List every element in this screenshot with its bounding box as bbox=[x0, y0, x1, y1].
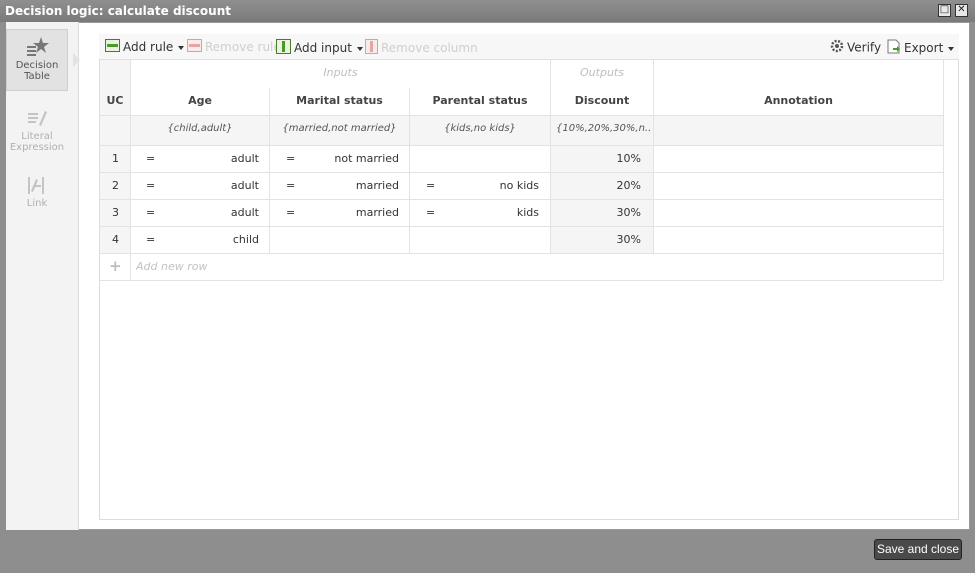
add-rule-button[interactable]: Add rule bbox=[105, 39, 185, 56]
age-operator[interactable]: = bbox=[146, 233, 155, 246]
marital-value[interactable]: married bbox=[312, 206, 399, 219]
sidebar-item-label: Decision bbox=[15, 60, 59, 71]
parental-operator[interactable]: = bbox=[426, 206, 435, 219]
discount-value[interactable]: 30% bbox=[555, 206, 641, 219]
add-input-icon bbox=[276, 39, 291, 58]
chevron-down-icon[interactable] bbox=[178, 45, 185, 50]
sidebar-item-label: Expression bbox=[9, 142, 65, 153]
add-rule-label: Add rule bbox=[123, 40, 174, 54]
age-operator[interactable]: = bbox=[146, 152, 155, 165]
link-icon bbox=[6, 174, 68, 198]
export-icon bbox=[887, 39, 901, 58]
save-and-close-button[interactable]: Save and close bbox=[874, 539, 962, 560]
close-icon[interactable]: ✕ bbox=[955, 4, 968, 17]
sidebar bbox=[6, 22, 79, 530]
header-discount[interactable]: Discount bbox=[551, 94, 653, 107]
remove-column-icon bbox=[365, 39, 378, 58]
age-value[interactable]: adult bbox=[172, 152, 259, 165]
marital-operator[interactable]: = bbox=[286, 179, 295, 192]
maximize-icon[interactable]: □ bbox=[938, 4, 951, 17]
remove-rule-button[interactable]: Remove rule bbox=[187, 39, 281, 55]
chevron-down-icon[interactable] bbox=[948, 46, 955, 51]
age-value[interactable]: child bbox=[172, 233, 259, 246]
sidebar-item-literal-expression[interactable]: Literal Expression bbox=[6, 101, 68, 163]
decision-table-icon bbox=[7, 36, 67, 60]
sidebar-item-label: Link bbox=[26, 198, 48, 209]
age-operator[interactable]: = bbox=[146, 179, 155, 192]
outputs-group-header: Outputs bbox=[580, 66, 624, 79]
allowed-values-parental[interactable]: {kids,no kids} bbox=[410, 123, 550, 134]
toolbar: Add rule Remove rule Add input Remove co… bbox=[99, 34, 959, 60]
sidebar-item-label: Table bbox=[24, 71, 50, 82]
discount-value[interactable]: 30% bbox=[555, 233, 641, 246]
add-new-row-button[interactable]: Add new row bbox=[136, 260, 207, 273]
rule-number: 1 bbox=[112, 152, 119, 165]
parental-value[interactable]: kids bbox=[452, 206, 539, 219]
remove-column-button[interactable]: Remove column bbox=[365, 39, 478, 55]
export-button[interactable]: Export bbox=[887, 39, 955, 58]
age-value[interactable]: adult bbox=[172, 179, 259, 192]
add-input-label: Add input bbox=[294, 41, 352, 55]
discount-value[interactable]: 20% bbox=[555, 179, 641, 192]
window-titlebar: Decision logic: calculate discount bbox=[0, 0, 975, 22]
sidebar-item-decision-table[interactable]: Decision Table bbox=[6, 29, 68, 91]
verify-label: Verify bbox=[847, 40, 882, 55]
marital-value[interactable]: married bbox=[312, 179, 399, 192]
allowed-values-marital[interactable]: {married,not married} bbox=[270, 123, 409, 134]
header-marital-status[interactable]: Marital status bbox=[270, 94, 409, 107]
remove-rule-label: Remove rule bbox=[205, 40, 281, 54]
marital-value[interactable]: not married bbox=[312, 152, 399, 165]
allowed-values-age[interactable]: {child,adult} bbox=[131, 123, 269, 134]
add-row-plus-icon[interactable]: + bbox=[109, 257, 122, 275]
rule-number: 4 bbox=[112, 233, 119, 246]
header-uc[interactable]: UC bbox=[100, 94, 130, 107]
literal-expression-icon bbox=[6, 107, 68, 131]
header-age[interactable]: Age bbox=[131, 94, 269, 107]
inputs-group-header: Inputs bbox=[323, 66, 358, 79]
active-item-pointer bbox=[73, 53, 80, 67]
marital-operator[interactable]: = bbox=[286, 206, 295, 219]
marital-operator[interactable]: = bbox=[286, 152, 295, 165]
add-input-button[interactable]: Add input bbox=[276, 39, 363, 55]
sidebar-item-link[interactable]: Link bbox=[6, 168, 68, 230]
gear-icon bbox=[830, 39, 844, 57]
parental-operator[interactable]: = bbox=[426, 179, 435, 192]
chevron-down-icon[interactable] bbox=[356, 46, 363, 51]
parental-value[interactable]: no kids bbox=[452, 179, 539, 192]
age-value[interactable]: adult bbox=[172, 206, 259, 219]
age-operator[interactable]: = bbox=[146, 206, 155, 219]
allowed-values-discount[interactable]: {10%,20%,30%,n... bbox=[556, 123, 650, 134]
export-label: Export bbox=[904, 41, 944, 55]
add-rule-icon bbox=[105, 39, 120, 56]
rule-number: 2 bbox=[112, 179, 119, 192]
remove-rule-icon bbox=[187, 39, 202, 56]
remove-column-label: Remove column bbox=[381, 41, 478, 55]
sidebar-item-label: Literal bbox=[21, 131, 53, 142]
rule-number: 3 bbox=[112, 206, 119, 219]
window-title: Decision logic: calculate discount bbox=[5, 4, 231, 18]
discount-value[interactable]: 10% bbox=[555, 152, 641, 165]
header-annotation[interactable]: Annotation bbox=[654, 94, 943, 107]
verify-button[interactable]: Verify bbox=[830, 39, 881, 55]
header-parental-status[interactable]: Parental status bbox=[410, 94, 550, 107]
